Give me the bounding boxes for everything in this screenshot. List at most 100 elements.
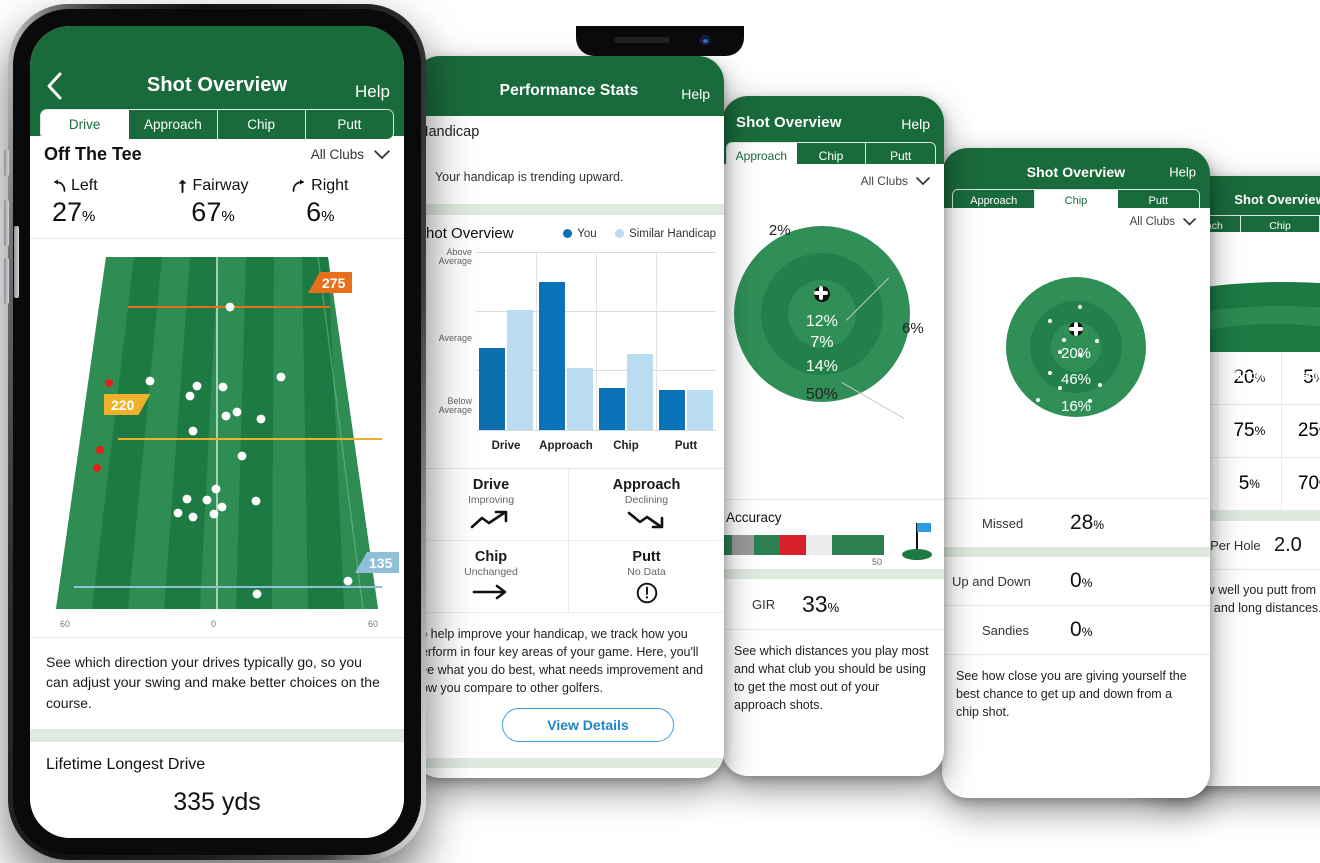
p3-ring-label-2: 2% <box>768 221 791 239</box>
marker-135-label: 135 <box>369 554 393 571</box>
volume-down-button[interactable] <box>4 258 9 304</box>
p3-accuracy-bar: 50 <box>722 523 944 567</box>
p4-ring-label-middle: 46% <box>1060 370 1092 388</box>
chevron-left-icon <box>47 72 62 100</box>
arrow-left-icon <box>54 179 66 192</box>
trend-card-chip-title: Chip <box>474 549 508 565</box>
p4-stat-missed: Missed 28% <box>942 499 1210 547</box>
shot-dot <box>1078 304 1082 309</box>
p1-tab-drive[interactable]: Drive <box>41 110 130 139</box>
p3-body: All Clubs 12% 7% 14% 50% 2% 6% <box>722 164 944 499</box>
shot-dot <box>1048 370 1052 375</box>
p4-stat-sandies-value: 0 <box>1070 618 1082 641</box>
volume-up-button[interactable] <box>4 200 9 246</box>
ball-marker-icon <box>813 285 830 302</box>
leader-line-lower <box>841 382 905 419</box>
p1-fairway-chart: 60 0 60 275 220 135 <box>30 239 404 637</box>
p3-accuracy-block: Accuracy 50 <box>722 500 944 569</box>
p1-lifetime-value: 335 yds <box>173 788 261 817</box>
bar-group-approach <box>536 252 596 430</box>
p1-tab-approach[interactable]: Approach <box>129 110 218 139</box>
p5-summary-value: 2.0 <box>1274 533 1302 556</box>
p2-xlabel-approach: Approach <box>539 440 593 452</box>
p1-club-filter-label: All Clubs <box>310 147 364 162</box>
stat-right-label: Right <box>311 177 349 194</box>
p2-help-button[interactable]: Help <box>681 86 710 102</box>
power-button[interactable] <box>14 226 19 298</box>
p5-cell-r2c0: 5 <box>1238 473 1250 494</box>
p1-club-filter[interactable]: All Clubs <box>311 147 390 162</box>
fairway-axis-right: 60 <box>368 619 378 629</box>
legend-dot-similar <box>615 228 625 238</box>
stat-fairway-value: 67 <box>191 197 222 227</box>
p3-description: See which distances you play most and wh… <box>722 630 944 731</box>
p1-help-button[interactable]: Help <box>355 82 390 102</box>
trend-card-approach[interactable]: Approach Declining <box>569 469 724 541</box>
accuracy-segment <box>832 535 884 555</box>
accuracy-segment <box>754 535 780 555</box>
p1-tab-bar[interactable]: Drive Approach Chip Putt <box>40 109 394 140</box>
trend-flat-icon <box>472 584 507 600</box>
p2-handicap-note: Your handicap is trending upward. <box>434 170 624 184</box>
p1-header: Shot Overview Help Drive Approach Chip P… <box>30 26 404 140</box>
stat-fairway-label: Fairway <box>192 177 249 194</box>
p1-title: Shot Overview <box>146 74 288 96</box>
p4-dispersion-chart: 20% 46% 16% <box>942 234 1210 459</box>
p4-stat-updown-value: 0 <box>1070 569 1082 592</box>
mute-switch[interactable] <box>4 150 9 176</box>
p3-help-button[interactable]: Help <box>901 116 930 132</box>
p1-lifetime-title: Lifetime Longest Drive <box>46 756 206 774</box>
marker-220-label: 220 <box>111 396 135 413</box>
bar-group-drive <box>476 252 536 430</box>
trend-card-putt[interactable]: Putt No Data <box>569 541 724 613</box>
stat-right-unit: % <box>321 208 335 225</box>
p1-tab-chip[interactable]: Chip <box>217 110 306 139</box>
p5-cell-r1c0: 75 <box>1233 420 1255 441</box>
accuracy-segment <box>732 535 754 555</box>
fairway-axis-left: 60 <box>60 619 70 629</box>
p3-club-filter-label: All Clubs <box>860 174 908 188</box>
p3-stat-gir-label: GIR <box>752 596 776 612</box>
bar-similar-putt <box>687 390 713 430</box>
shot-dot <box>1048 318 1052 323</box>
p4-help-button[interactable]: Help <box>1169 165 1196 180</box>
trend-card-approach-title: Approach <box>612 477 681 493</box>
p3-club-filter[interactable]: All Clubs <box>722 164 944 188</box>
trend-up-icon <box>470 510 508 529</box>
bar-you-approach <box>539 282 565 430</box>
stat-right: Right 6% <box>267 177 390 228</box>
p4-club-filter[interactable]: All Clubs <box>942 208 1210 228</box>
stat-right-value: 6 <box>306 197 322 227</box>
screens-stage: Shot Overview Help Approach Chip Putt Sh… <box>0 0 1320 863</box>
stat-left-unit: % <box>82 208 96 225</box>
p2-bar-chart: Above Average Average Below Average Driv… <box>439 247 716 452</box>
view-details-button[interactable]: View Details <box>502 707 674 742</box>
chevron-down-icon <box>374 149 390 159</box>
p1-tab-putt[interactable]: Putt <box>305 110 393 139</box>
trend-card-chip[interactable]: Chip Unchanged <box>414 541 569 613</box>
phone-screen-approach: Shot Overview Help Approach Chip Putt Al… <box>722 96 944 776</box>
bar-you-putt <box>659 390 685 430</box>
p2-chart-title: Shot Overview <box>416 225 514 242</box>
arrow-up-icon <box>178 179 187 193</box>
p3-ring-label-14: 14% <box>805 357 838 375</box>
p3-stat-gir-value: 33 <box>802 590 828 617</box>
back-button[interactable] <box>44 71 64 105</box>
accuracy-segment <box>780 535 806 555</box>
stat-left-value: 27 <box>52 197 83 227</box>
p2-handicap-card: Handicap 3 Your handicap is trending upw… <box>414 116 724 204</box>
shot-dot <box>1036 397 1040 402</box>
trend-card-drive[interactable]: Drive Improving <box>414 469 569 541</box>
p5-cell-r2c1: 70 <box>1297 473 1320 494</box>
p3-stat-gir: GIR 33% <box>722 579 944 629</box>
p5-col-short: Short <box>1234 370 1265 382</box>
marker-275-label: 275 <box>322 274 346 291</box>
p3-dispersion-chart: 12% 7% 14% 50% 2% 6% <box>722 190 944 485</box>
earpiece-speaker <box>614 37 670 43</box>
legend-dot-you <box>563 228 573 238</box>
p2-title: Performance Stats <box>499 82 639 99</box>
trend-down-icon <box>627 511 663 529</box>
p4-club-filter-label: All Clubs <box>1129 216 1175 228</box>
bar-similar-drive <box>507 310 533 430</box>
p4-stat-updown-unit: % <box>1081 576 1093 590</box>
